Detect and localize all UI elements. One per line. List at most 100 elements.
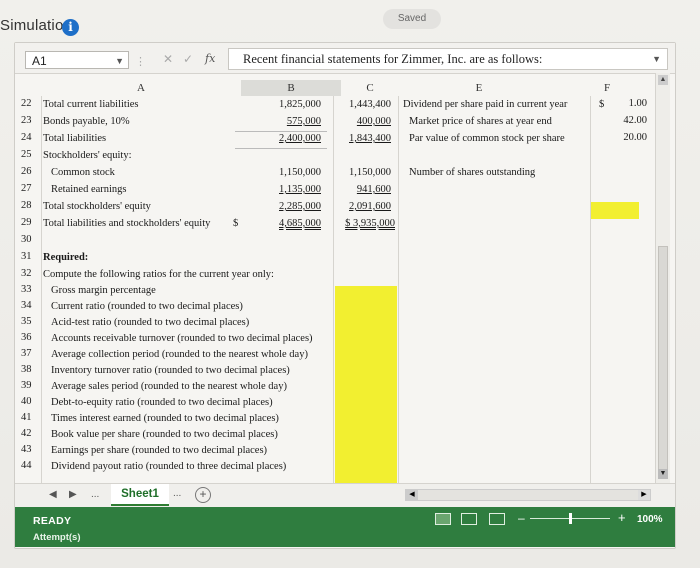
ratio-label[interactable]: Earnings per share (rounded to two decim… [51, 445, 267, 456]
cell-label[interactable]: Bonds payable, 10% [43, 116, 130, 127]
cell-label[interactable]: Number of shares outstanding [409, 167, 535, 178]
ratio-label[interactable]: Average collection period (rounded to th… [51, 349, 308, 360]
row-number[interactable]: 34 [21, 300, 41, 311]
cell-value[interactable]: 1,443,400 [335, 99, 391, 110]
tab-prev-icon[interactable]: ◀ [49, 489, 57, 500]
cell-value[interactable]: 1,825,000 [251, 99, 321, 110]
cell-value[interactable]: 1.00 [615, 98, 647, 109]
ratio-label[interactable]: Inventory turnover ratio (rounded to two… [51, 365, 290, 376]
ratio-label[interactable]: Book value per share (rounded to two dec… [51, 429, 278, 440]
cell-label[interactable]: Total current liabilities [43, 99, 138, 110]
horizontal-scrollbar[interactable]: ◀ ▶ [405, 489, 651, 501]
function-icon[interactable]: fx [205, 52, 215, 65]
row-number[interactable]: 37 [21, 348, 41, 359]
answer-input-area[interactable] [335, 286, 397, 483]
row-number[interactable]: 25 [21, 149, 41, 160]
cell-value[interactable]: 1,135,000 [251, 184, 321, 195]
cell-label[interactable]: Par value of common stock per share [409, 133, 565, 144]
vertical-scrollbar[interactable]: ▲ ▼ [655, 73, 670, 483]
cell-value[interactable]: 2,400,000 [251, 133, 321, 144]
tab-more-left[interactable]: ... [91, 489, 99, 500]
row-number[interactable]: 39 [21, 380, 41, 391]
row-number[interactable]: 33 [21, 284, 41, 295]
zoom-slider-knob[interactable] [569, 513, 572, 524]
cell-value[interactable]: 4,685,000 [251, 218, 321, 229]
cell-value[interactable]: 42.00 [615, 115, 647, 126]
more-vertical-icon[interactable]: ⋮ [135, 55, 146, 68]
ratio-label[interactable]: Dividend payout ratio (rounded to three … [51, 461, 286, 472]
name-box[interactable]: A1 ▼ [25, 51, 129, 69]
row-number[interactable]: 28 [21, 200, 41, 211]
column-header-e[interactable]: E [399, 80, 559, 96]
cell-value[interactable]: 2,091,600 [335, 201, 391, 212]
cell-label[interactable]: Total liabilities [43, 133, 106, 144]
ratio-label[interactable]: Gross margin percentage [51, 285, 156, 296]
cancel-icon[interactable]: ✕ [163, 52, 173, 66]
column-header-b[interactable]: B [241, 80, 341, 96]
scroll-down-icon[interactable]: ▼ [658, 469, 668, 479]
cell-value[interactable]: 1,843,400 [335, 133, 391, 144]
chevron-down-icon[interactable]: ▼ [115, 52, 124, 70]
zoom-in-icon[interactable]: + [618, 510, 626, 525]
chevron-down-icon[interactable]: ▼ [652, 49, 661, 69]
page-break-icon[interactable] [489, 513, 505, 525]
row-number[interactable]: 38 [21, 364, 41, 375]
cell-label[interactable]: Dividend per share paid in current year [403, 99, 567, 110]
row-number[interactable]: 30 [21, 234, 41, 245]
row-number[interactable]: 36 [21, 332, 41, 343]
ratio-label[interactable]: Debt-to-equity ratio (rounded to two dec… [51, 397, 273, 408]
ratio-label[interactable]: Times interest earned (rounded to two de… [51, 413, 279, 424]
tab-more-right[interactable]: ... [173, 488, 181, 499]
cell-label[interactable]: Compute the following ratios for the cur… [43, 269, 274, 280]
row-number[interactable]: 24 [21, 132, 41, 143]
row-number[interactable]: 42 [21, 428, 41, 439]
formula-input[interactable]: Recent financial statements for Zimmer, … [228, 48, 668, 70]
checkmark-icon[interactable]: ✓ [183, 52, 193, 66]
row-number[interactable]: 35 [21, 316, 41, 327]
row-number[interactable]: 31 [21, 251, 41, 262]
normal-view-icon[interactable] [435, 513, 451, 525]
cell-value[interactable]: 575,000 [251, 116, 321, 127]
cell-value[interactable]: 2,285,000 [251, 201, 321, 212]
scroll-left-icon[interactable]: ◀ [406, 490, 418, 500]
cell-value[interactable]: 400,000 [335, 116, 391, 127]
row-number[interactable]: 26 [21, 166, 41, 177]
add-sheet-button[interactable]: + [195, 487, 211, 503]
column-header-a[interactable]: A [41, 80, 241, 96]
tab-next-icon[interactable]: ▶ [69, 489, 77, 500]
column-header-f[interactable]: F [559, 80, 655, 96]
column-header-c[interactable]: C [341, 80, 399, 96]
scroll-right-icon[interactable]: ▶ [638, 490, 650, 500]
row-number[interactable]: 44 [21, 460, 41, 471]
scroll-up-icon[interactable]: ▲ [658, 75, 668, 85]
shares-outstanding-input[interactable] [591, 202, 639, 219]
page-layout-icon[interactable] [461, 513, 477, 525]
ratio-label[interactable]: Average sales period (rounded to the nea… [51, 381, 287, 392]
row-number[interactable]: 40 [21, 396, 41, 407]
row-number[interactable]: 23 [21, 115, 41, 126]
row-number[interactable]: 27 [21, 183, 41, 194]
cell-label[interactable]: Retained earnings [51, 184, 127, 195]
cell-value[interactable]: 1,150,000 [335, 167, 391, 178]
cell-value[interactable]: 941,600 [335, 184, 391, 195]
cell-value[interactable]: $ 3,935,000 [327, 218, 395, 229]
cell-value[interactable]: 20.00 [615, 132, 647, 143]
info-icon[interactable]: i [62, 19, 79, 36]
row-number[interactable]: 41 [21, 412, 41, 423]
zoom-out-icon[interactable]: – [518, 511, 525, 525]
row-number[interactable]: 32 [21, 268, 41, 279]
cell-label[interactable]: Total stockholders' equity [43, 201, 151, 212]
ratio-label[interactable]: Accounts receivable turnover (rounded to… [51, 333, 313, 344]
row-number[interactable]: 43 [21, 444, 41, 455]
ratio-label[interactable]: Acid-test ratio (rounded to two decimal … [51, 317, 249, 328]
cell-value[interactable]: 1,150,000 [251, 167, 321, 178]
tab-sheet1[interactable]: Sheet1 [111, 484, 169, 506]
section-heading[interactable]: Required: [43, 252, 88, 263]
cell-label[interactable]: Stockholders' equity: [43, 150, 132, 161]
ratio-label[interactable]: Current ratio (rounded to two decimal pl… [51, 301, 243, 312]
row-number[interactable]: 22 [21, 98, 41, 109]
row-number[interactable]: 29 [21, 217, 41, 228]
cell-label[interactable]: Common stock [51, 167, 115, 178]
scroll-thumb[interactable] [658, 246, 668, 472]
cell-label[interactable]: Total liabilities and stockholders' equi… [43, 218, 210, 229]
